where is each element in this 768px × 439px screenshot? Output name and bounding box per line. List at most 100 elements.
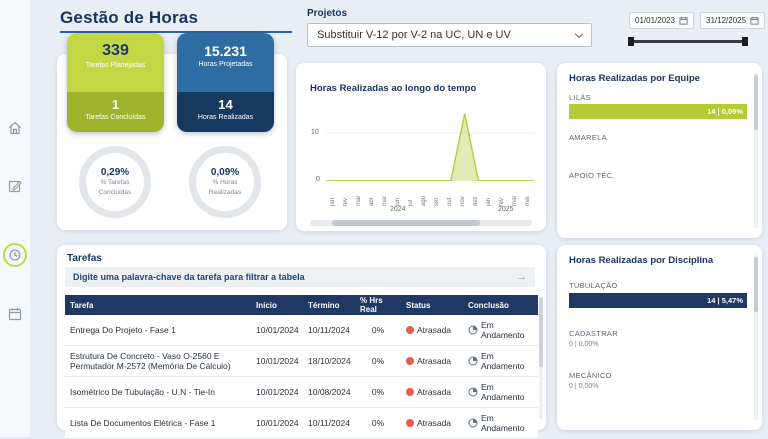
hours-by-discipline-panel: Horas Realizadas por Disciplina TUBULAÇÃ…	[557, 245, 762, 430]
chart-scrollbar-thumb[interactable]	[332, 220, 480, 226]
table-row[interactable]: Isométrico De Tubulação - U.N - Tie-In 1…	[65, 377, 538, 408]
projects-dropdown[interactable]: Substituir V-12 por V-2 na UC, UN e UV	[307, 23, 592, 47]
team-vertical-scrollbar[interactable]	[754, 73, 758, 228]
cell-termino: 18/10/2024	[308, 356, 351, 366]
cell-termino: 10/11/2024	[308, 325, 350, 335]
cell-tarefa: Entrega Do Projeto - Fase 1	[70, 325, 176, 335]
x-axis-labels: jan fev mar abr mai jun jul ago set out nov dez jan f…	[326, 184, 534, 206]
chevron-down-icon	[574, 29, 584, 38]
date-start-value: 01/01/2023	[635, 16, 676, 25]
search-arrow-icon[interactable]: →	[516, 271, 527, 283]
team-bar-lilas[interactable]: 14 | 0,09%	[569, 104, 747, 119]
status-text: Atrasada	[417, 387, 452, 397]
discipline-category-label: CADASTRAR	[569, 329, 618, 338]
concluded-tasks-label: Tarefas Concluídas	[85, 114, 146, 121]
date-start-field[interactable]: 01/01/2023	[629, 12, 695, 29]
conclusao-text: Em Andamento	[481, 320, 525, 340]
cell-tarefa: Estrutura De Concreto - Vaso O-2560 E Pe…	[70, 351, 231, 371]
cell-pct: 0%	[371, 387, 385, 397]
team-category-label: APOIO TÉC.	[569, 171, 615, 180]
projected-hours-label: Horas Projetadas	[198, 61, 253, 68]
team-scrollbar-thumb[interactable]	[754, 75, 758, 130]
cell-conclusao: Em Andamento	[463, 408, 538, 438]
realized-hours-value: 14	[218, 97, 233, 112]
col-header-pct[interactable]: % Hrs Real	[355, 296, 401, 314]
cell-tarefa: Lista De Documentos Elétrica - Fase 1	[70, 418, 216, 428]
discipline-zero-value: 0 | 0,00%	[569, 383, 599, 390]
conclusao-text: Em Andamento	[481, 413, 525, 433]
cell-tarefa: Isométrico De Tubulação - U.N - Tie-In	[70, 387, 216, 397]
cell-conclusao: Em Andamento	[463, 377, 538, 407]
clock-icon[interactable]	[3, 243, 27, 267]
cell-inicio: 10/01/2024	[256, 418, 299, 428]
x-axis-year-2024: 2024	[390, 206, 406, 213]
col-header-termino[interactable]: Término	[303, 301, 355, 310]
x-axis-label: jun	[394, 197, 401, 206]
team-bar-value: 14 | 0,09%	[707, 107, 743, 116]
col-header-status[interactable]: Status	[401, 301, 463, 310]
task-search-input[interactable]	[73, 272, 510, 282]
discipline-scrollbar-thumb[interactable]	[754, 257, 758, 312]
discipline-panel-title: Horas Realizadas por Disciplina	[569, 255, 714, 266]
col-header-inicio[interactable]: Início	[251, 301, 303, 310]
col-header-tarefa[interactable]: Tarefa	[65, 301, 251, 310]
pct-tasks-donut: 0,29% % Tarefas Concluídas	[79, 146, 151, 218]
x-axis-label: fev	[342, 197, 349, 206]
discipline-bar-tubulacao[interactable]: 14 | 5,47%	[569, 293, 747, 308]
x-axis-label: mar	[511, 195, 518, 206]
in-progress-icon	[468, 418, 478, 428]
x-axis-label: out	[446, 197, 453, 206]
x-axis-label: dez	[472, 196, 479, 206]
cell-pct: 0%	[371, 418, 385, 428]
cell-inicio: 10/01/2024	[256, 356, 299, 366]
sidebar	[0, 0, 30, 437]
table-row[interactable]: Estrutura De Concreto - Vaso O-2560 E Pe…	[65, 346, 538, 377]
hours-by-team-panel: Horas Realizadas por Equipe LILÁS 14 | 0…	[557, 63, 762, 238]
slider-handle-end[interactable]	[742, 37, 748, 46]
realized-hours-label: Horas Realizadas	[197, 114, 254, 121]
status-late-icon	[406, 357, 414, 365]
calendar-small-icon	[679, 16, 688, 25]
in-progress-icon	[468, 387, 478, 397]
chart-horizontal-scrollbar[interactable]	[310, 220, 532, 226]
planned-tasks-section: 339 Tarefas Planejadas	[67, 33, 164, 92]
pct-hours-value: 0,09%	[210, 167, 240, 179]
x-axis-label: mai	[524, 196, 531, 206]
edit-icon[interactable]	[7, 178, 23, 194]
slider-handle-start[interactable]	[628, 37, 634, 46]
cell-conclusao: Em Andamento	[463, 346, 538, 376]
in-progress-icon	[468, 356, 478, 366]
tasks-vertical-scrollbar[interactable]	[539, 297, 543, 419]
pct-tasks-label-2: Concluídas	[98, 188, 132, 196]
task-search-box[interactable]: →	[65, 267, 535, 287]
x-axis-year-2025: 2025	[498, 206, 514, 213]
discipline-zero-value: 0 | 0,00%	[569, 341, 599, 348]
date-range-slider[interactable]	[628, 36, 748, 46]
tasks-table-header[interactable]: Tarefa Início Término % Hrs Real Status …	[65, 295, 538, 315]
in-progress-icon	[468, 325, 478, 335]
x-axis-label: nov	[459, 196, 466, 206]
table-row[interactable]: Entrega Do Projeto - Fase 1 10/01/2024 1…	[65, 315, 538, 346]
cell-status: Atrasada	[401, 382, 463, 402]
pct-tasks-label-1: % Tarefas	[100, 179, 130, 187]
calendar-icon[interactable]	[7, 306, 23, 322]
projects-label: Projetos	[307, 8, 348, 19]
col-header-conclusao[interactable]: Conclusão	[463, 301, 538, 310]
hours-over-time-panel: Horas Realizadas ao longo do tempo 10 0 …	[296, 63, 546, 231]
discipline-category-label: TUBULAÇÃO	[569, 281, 618, 290]
discipline-vertical-scrollbar[interactable]	[754, 255, 758, 420]
table-row[interactable]: Lista De Documentos Elétrica - Fase 1 10…	[65, 408, 538, 439]
tasks-title: Tarefas	[67, 253, 102, 264]
pct-tasks-value: 0,29%	[100, 167, 130, 179]
home-icon[interactable]	[7, 120, 23, 136]
date-end-field[interactable]: 31/12/2025	[700, 12, 766, 29]
cell-termino: 10/08/2024	[308, 387, 351, 397]
x-axis-label: mar	[355, 195, 362, 206]
cell-termino: 10/11/2024	[308, 418, 350, 428]
tasks-scrollbar-thumb[interactable]	[539, 297, 543, 367]
cell-status: Atrasada	[401, 351, 463, 371]
x-axis-label: jan	[329, 197, 336, 206]
discipline-bar-value: 14 | 5,47%	[707, 296, 743, 305]
status-late-icon	[406, 326, 414, 334]
hours-line-chart[interactable]	[326, 109, 534, 182]
